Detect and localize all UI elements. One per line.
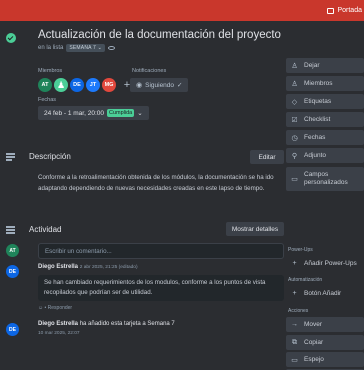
card-detail: Actualización de la documentación del pr…: [0, 21, 364, 370]
author-name[interactable]: Diego Estrella: [38, 321, 78, 327]
action-label: Espejo: [304, 356, 324, 363]
show-details-button[interactable]: Mostrar detalles: [226, 222, 284, 236]
activity-icon: [6, 226, 15, 234]
current-user-avatar: AT: [6, 244, 19, 257]
cover-button-label: Portada: [337, 7, 362, 14]
timestamp[interactable]: 2 abr 2025, 21:25 (editado): [80, 265, 138, 270]
members-label: Miembros: [38, 68, 63, 74]
activity-item-meta: Diego Estrella ha añadido esta tarjeta a…: [38, 321, 175, 327]
dates-label: Fechas: [38, 97, 57, 103]
member-avatar[interactable]: AT: [38, 78, 52, 92]
sidebar-item-custom-fields[interactable]: ▭ Campos personalizados: [286, 167, 364, 191]
cover-icon: [327, 7, 335, 14]
person-minus-icon: ♙: [291, 62, 298, 70]
list-name-badge[interactable]: SEMANA 7 ⌄: [66, 44, 105, 52]
card-title[interactable]: Actualización de la documentación del pr…: [38, 29, 281, 41]
activity-header: Actividad: [6, 225, 61, 234]
action-mirror[interactable]: ▭ Espejo: [286, 352, 364, 367]
add-button-button[interactable]: + Botón Añadir: [286, 286, 364, 301]
comment-text: Se han cambiado requerimientos de los mo…: [38, 275, 284, 301]
card-cover: Portada: [0, 0, 364, 21]
action-copy[interactable]: ⧉ Copiar: [286, 335, 364, 350]
activity-action: ha añadido esta tarjeta a Semana 7: [79, 321, 175, 327]
plus-icon: +: [292, 260, 297, 267]
avatar: DE: [6, 265, 19, 278]
copy-icon: ⧉: [292, 338, 297, 346]
description-header: Descripción: [6, 152, 71, 161]
person-icon: ♟: [56, 79, 66, 90]
sidebar-item-clock[interactable]: ◷ Fechas: [286, 130, 364, 145]
activity-heading: Actividad: [29, 225, 62, 234]
member-avatar[interactable]: DE: [70, 78, 84, 92]
eye-icon: [107, 46, 115, 50]
description-heading: Descripción: [29, 152, 71, 161]
activity-item-meta: Diego Estrella 2 abr 2025, 21:25 (editad…: [38, 264, 138, 270]
list-info: en la lista SEMANA 7 ⌄: [38, 44, 115, 52]
list-prefix: en la lista: [38, 45, 64, 51]
sidebar-item-person-minus[interactable]: ♙ Dejar: [286, 58, 364, 73]
powerups-label: Power-Ups: [288, 247, 313, 253]
plus-icon: +: [292, 290, 297, 297]
clock-icon: ◷: [291, 134, 298, 142]
author-name[interactable]: Diego Estrella: [38, 264, 78, 270]
cover-button[interactable]: Portada: [323, 4, 364, 17]
paperclip-icon: ⚲: [291, 152, 298, 160]
emoji-icon[interactable]: ☺: [38, 305, 43, 311]
check-icon: ✓: [177, 82, 183, 89]
notifications-label: Notificaciones: [132, 68, 167, 74]
follow-label: Siguiendo: [145, 81, 175, 89]
member-avatar[interactable]: JT: [86, 78, 100, 92]
custom-fields-icon: ▭: [291, 176, 298, 183]
check-circle-icon: [6, 33, 16, 43]
sidebar-item-label: Etiquetas: [304, 98, 332, 105]
sidebar-item-paperclip[interactable]: ⚲ Adjunto: [286, 148, 364, 163]
mirror-icon: ▭: [291, 356, 298, 364]
reply-link[interactable]: Responder: [48, 305, 72, 311]
member-avatar[interactable]: ♟: [54, 78, 68, 92]
member-avatar[interactable]: MG: [102, 78, 116, 92]
action-label: Copiar: [304, 339, 324, 346]
timestamp[interactable]: 10 mar 2025, 22:07: [38, 331, 80, 336]
list-name: SEMANA 7: [69, 45, 96, 51]
edit-description-button[interactable]: Editar: [250, 150, 284, 164]
description-icon: [6, 153, 15, 161]
comment-input[interactable]: Escribir un comentario...: [38, 243, 284, 259]
automation-label: Automatización: [288, 277, 323, 283]
arrow-right-icon: →: [291, 321, 298, 328]
sidebar-item-label: Dejar: [304, 62, 320, 69]
action-label: Mover: [304, 321, 323, 328]
follow-button[interactable]: ◉ Siguiendo ✓: [130, 78, 189, 92]
sidebar-item-label: Adjunto: [304, 152, 327, 159]
person-icon: ♙: [291, 80, 298, 88]
eye-icon: ◉: [136, 82, 143, 89]
date-status-badge: Cumplida: [106, 109, 135, 117]
date-value: 24 feb - 1 mar, 20:00: [44, 109, 104, 117]
actions-label: Acciones: [288, 308, 309, 314]
chevron-down-icon: ⌄: [137, 110, 143, 117]
card-status[interactable]: [6, 30, 16, 43]
add-button-label: Botón Añadir: [304, 290, 342, 297]
avatar: DE: [6, 323, 19, 336]
description-text[interactable]: Conforme a la retroalimentación obtenida…: [38, 173, 284, 194]
dates-button[interactable]: 24 feb - 1 mar, 20:00 Cumplida ⌄: [38, 106, 149, 120]
add-powerups-button[interactable]: + Añadir Power-Ups: [286, 256, 364, 271]
sidebar-item-label: Fechas: [304, 134, 326, 141]
members-row: AT ♟ DE JT MG +: [38, 78, 134, 92]
tag-icon: ◇: [291, 98, 298, 106]
sidebar-item-person[interactable]: ♙ Miembros: [286, 76, 364, 91]
checklist-icon: ☑: [291, 116, 298, 124]
sidebar-item-label: Checklist: [304, 116, 331, 123]
add-powerups-label: Añadir Power-Ups: [304, 260, 357, 267]
sidebar-item-tag[interactable]: ◇ Etiquetas: [286, 94, 364, 109]
sidebar-item-checklist[interactable]: ☑ Checklist: [286, 112, 364, 127]
sidebar-item-label: Campos personalizados: [304, 171, 348, 186]
comment-actions: ☺ • Responder: [38, 305, 73, 311]
sidebar-item-label: Miembros: [304, 80, 333, 87]
action-arrow-right[interactable]: → Mover: [286, 317, 364, 332]
